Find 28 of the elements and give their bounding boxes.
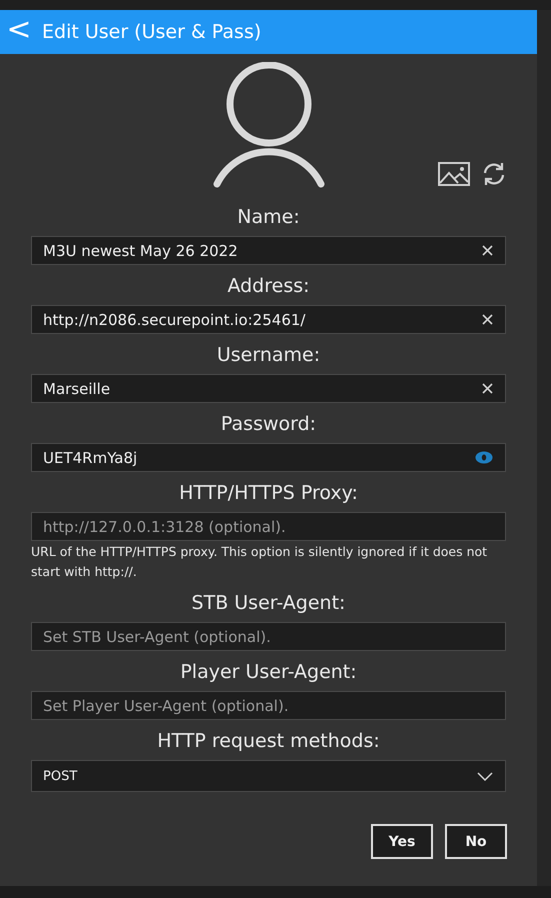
field-label: Address: [226, 275, 311, 297]
eye-icon[interactable] [475, 451, 493, 464]
field-label: Player User-Agent: [179, 661, 358, 683]
input-field[interactable]: http://n2086.securepoint.io:25461/ [31, 305, 506, 334]
image-icon[interactable] [438, 162, 470, 186]
chevron-down-icon [477, 772, 493, 780]
avatar-icon [212, 62, 324, 188]
input-field[interactable]: Set Player User-Agent (optional). [31, 691, 506, 720]
input-field[interactable]: Marseille [31, 374, 506, 403]
field-label: Username: [216, 344, 322, 366]
refresh-icon[interactable] [482, 162, 506, 186]
field-label: HTTP/HTTPS Proxy: [178, 482, 359, 504]
field-label: Name: [236, 206, 301, 228]
clear-icon[interactable] [482, 383, 493, 394]
window-title: Edit User (User & Pass) [42, 21, 262, 43]
dialog-button[interactable]: No [445, 824, 507, 859]
dropdown[interactable]: POST [31, 760, 506, 792]
password-field[interactable]: UET4RmYa8j [31, 443, 506, 472]
input-field[interactable]: Set STB User-Agent (optional). [31, 622, 506, 651]
field-label: HTTP request methods: [156, 730, 381, 752]
dialog-button[interactable]: Yes [371, 824, 433, 859]
input-field[interactable]: http://127.0.0.1:3128 (optional). [31, 512, 506, 541]
clear-icon[interactable] [482, 314, 493, 325]
clear-icon[interactable] [482, 245, 493, 256]
field-label: STB User-Agent: [190, 592, 346, 614]
field-label: Password: [220, 413, 318, 435]
input-field[interactable]: M3U newest May 26 2022 [31, 236, 506, 265]
help-text: URL of the HTTP/HTTPS proxy. This option is silently ignored if it does not start with http://. [31, 543, 488, 581]
